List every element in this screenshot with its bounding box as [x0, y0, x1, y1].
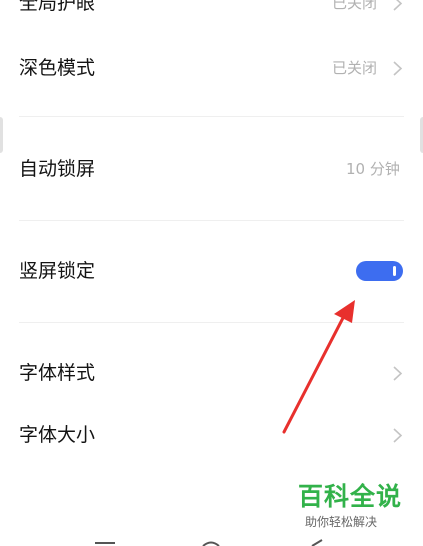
annotation-arrow	[282, 300, 355, 434]
bottom-navigation-bar	[95, 539, 323, 546]
nav-back-icon	[311, 539, 323, 546]
watermark-title: 百科全说	[298, 482, 403, 511]
nav-home-icon	[202, 541, 220, 546]
nav-menu-icon	[95, 542, 115, 544]
watermark-subtitle: 助你轻松解决	[305, 515, 378, 529]
